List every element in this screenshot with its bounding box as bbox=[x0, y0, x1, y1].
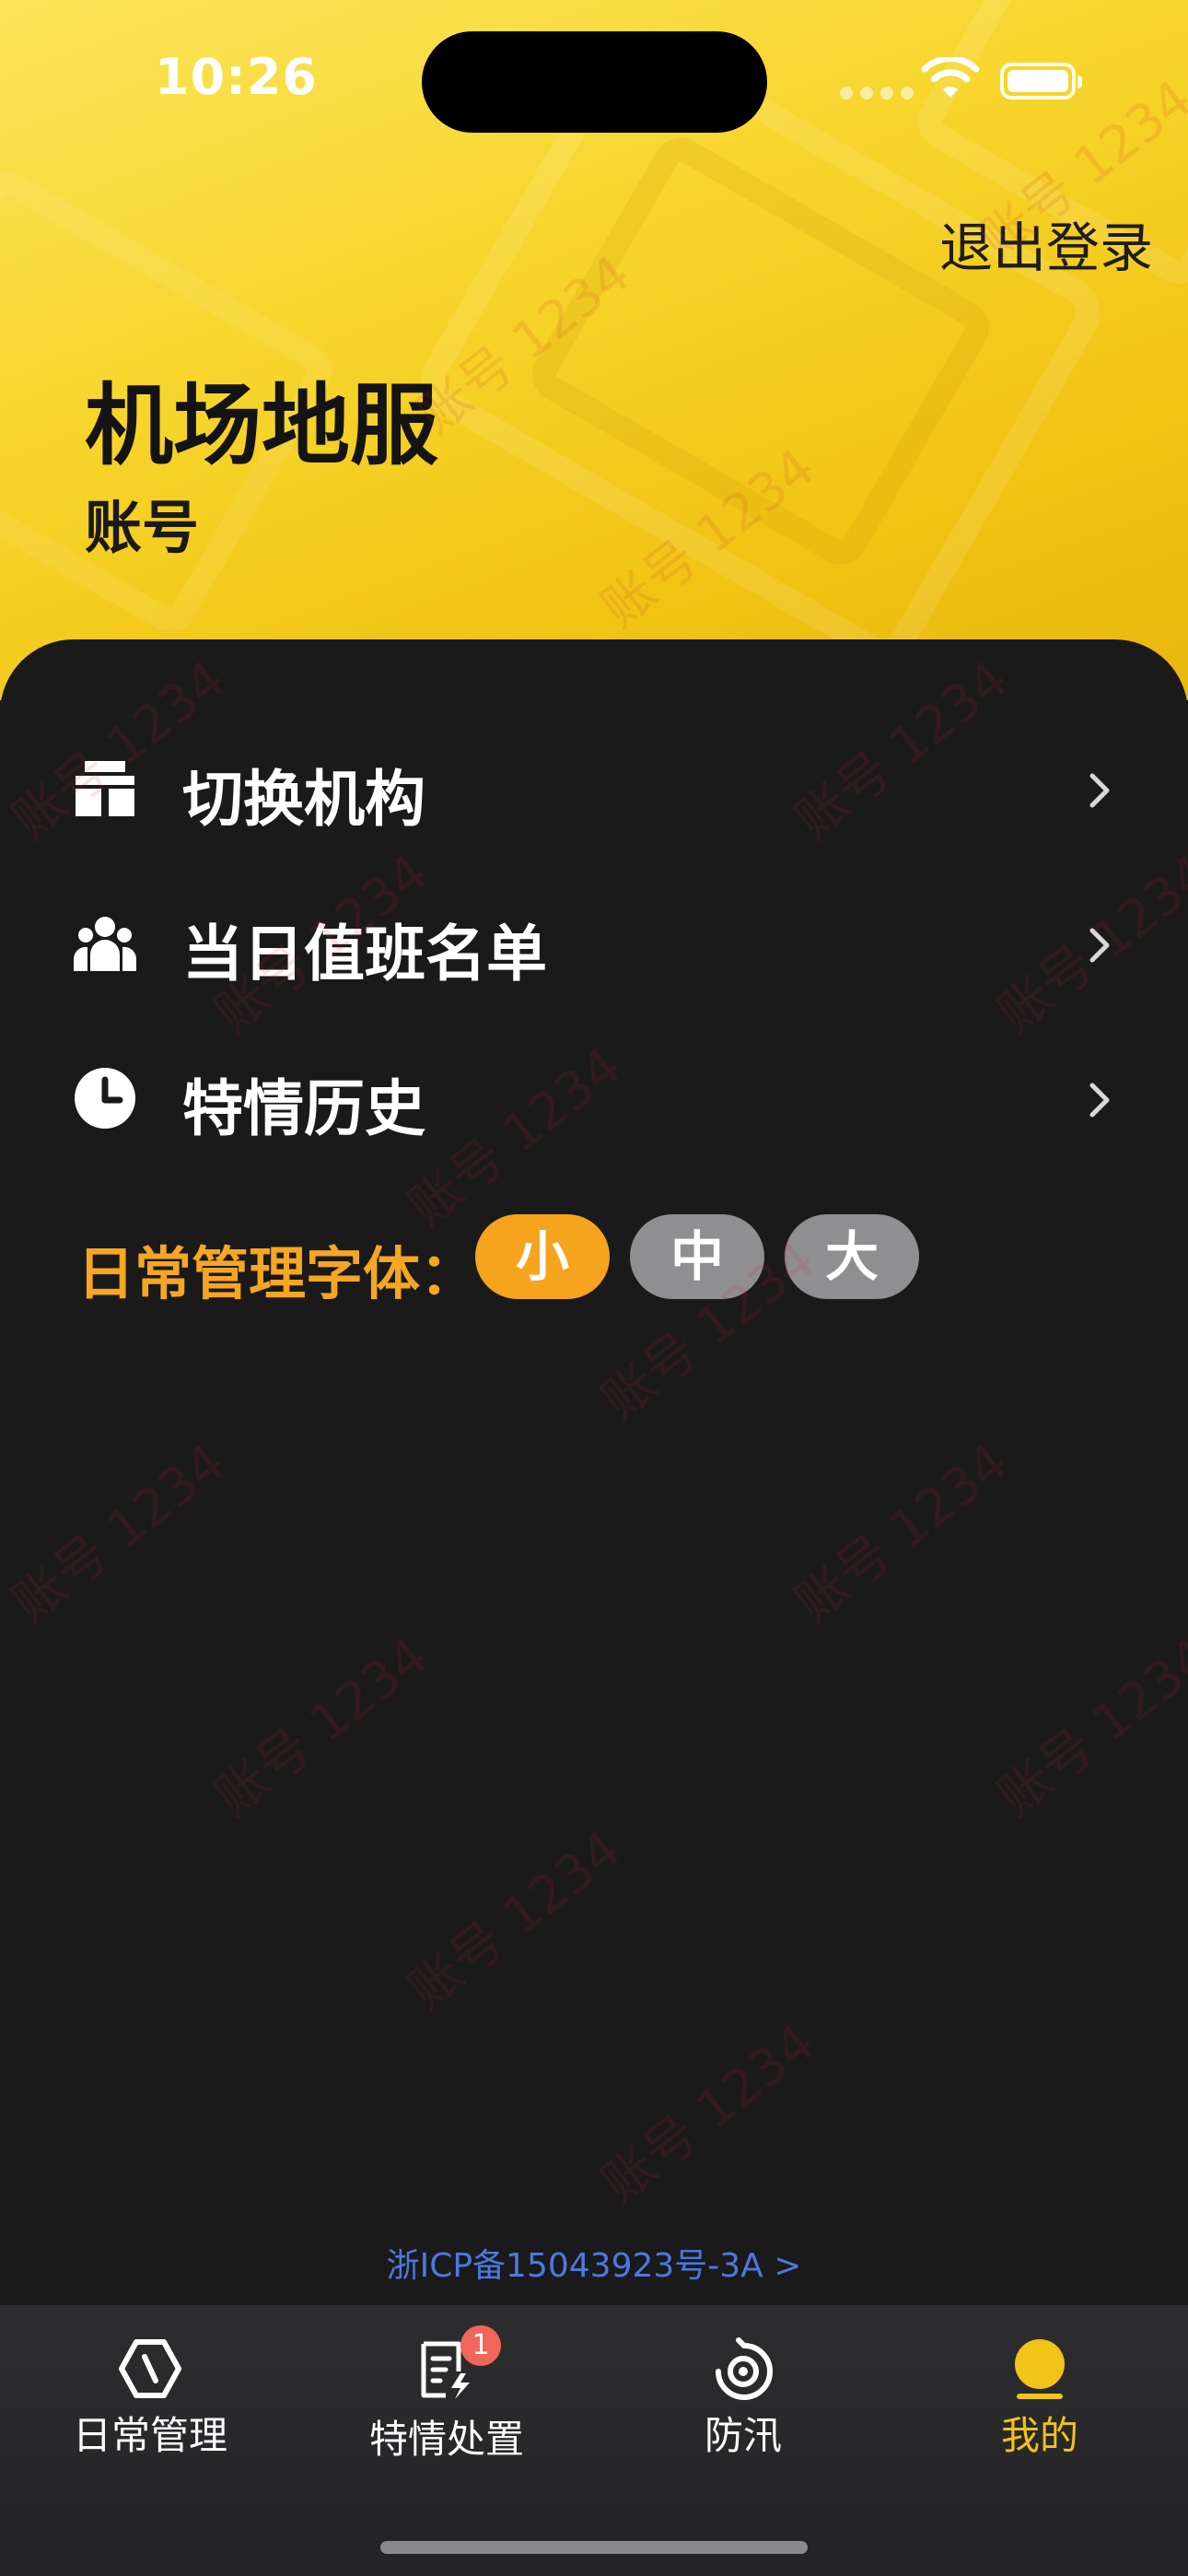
profile-header: 10:26 退出登录 机场地服 账号 bbox=[0, 0, 1188, 700]
menu-item-label: 特情历史 bbox=[182, 1073, 425, 1144]
eye-icon bbox=[716, 2337, 773, 2400]
tab-flood-control[interactable]: 防汛 bbox=[595, 2305, 891, 2489]
clock-icon bbox=[75, 1068, 135, 1129]
menu-item-incident-history[interactable]: 特情历史 bbox=[0, 1026, 1188, 1165]
tab-label: 我的 bbox=[1000, 2413, 1078, 2458]
menu-item-switch-org[interactable]: 切换机构 bbox=[0, 717, 1188, 855]
font-size-selector: 日常管理字体： 小 中 大 bbox=[77, 1214, 1136, 1307]
wifi-icon bbox=[921, 57, 980, 98]
account-label: 账号 bbox=[85, 494, 200, 561]
tab-mine[interactable]: 我的 bbox=[891, 2305, 1188, 2489]
font-size-medium-button[interactable]: 中 bbox=[630, 1214, 764, 1299]
app-root: 10:26 退出登录 机场地服 账号 切换机构 当日值班名单 特情历史 日常管理… bbox=[0, 0, 1188, 2576]
tab-incident-handling[interactable]: 1 特情处置 bbox=[298, 2305, 595, 2489]
dynamic-island bbox=[422, 31, 767, 133]
org-name: 机场地服 bbox=[85, 374, 438, 477]
chevron-right-icon bbox=[1089, 928, 1110, 963]
font-size-label: 日常管理字体： bbox=[77, 1240, 478, 1307]
menu-item-label: 切换机构 bbox=[182, 764, 425, 835]
menu-item-duty-roster[interactable]: 当日值班名单 bbox=[0, 872, 1188, 1010]
notification-badge: 1 bbox=[460, 2325, 501, 2366]
tab-bar: 日常管理 1 特情处置 防汛 我的 bbox=[0, 2305, 1188, 2576]
tab-daily-management[interactable]: 日常管理 bbox=[2, 2305, 298, 2489]
home-indicator bbox=[380, 2541, 808, 2554]
status-time: 10:26 bbox=[155, 48, 318, 106]
switch-org-icon bbox=[76, 761, 134, 816]
chevron-right-icon bbox=[1089, 1083, 1110, 1118]
cellular-signal-icon bbox=[840, 87, 914, 100]
font-size-large-button[interactable]: 大 bbox=[785, 1214, 919, 1299]
hexagon-icon bbox=[119, 2339, 181, 2398]
icp-link[interactable]: 浙ICP备15043923号-3A > bbox=[0, 2239, 1188, 2287]
logout-button[interactable]: 退出登录 bbox=[939, 205, 1153, 282]
user-icon bbox=[1015, 2339, 1065, 2399]
tab-label: 日常管理 bbox=[72, 2413, 227, 2458]
tab-label: 防汛 bbox=[704, 2413, 782, 2458]
people-icon bbox=[74, 917, 136, 971]
chevron-right-icon bbox=[1089, 773, 1110, 808]
tab-label: 特情处置 bbox=[368, 2417, 524, 2462]
font-size-small-button[interactable]: 小 bbox=[475, 1214, 610, 1299]
battery-icon bbox=[1000, 63, 1082, 100]
menu-item-label: 当日值班名单 bbox=[182, 919, 547, 989]
